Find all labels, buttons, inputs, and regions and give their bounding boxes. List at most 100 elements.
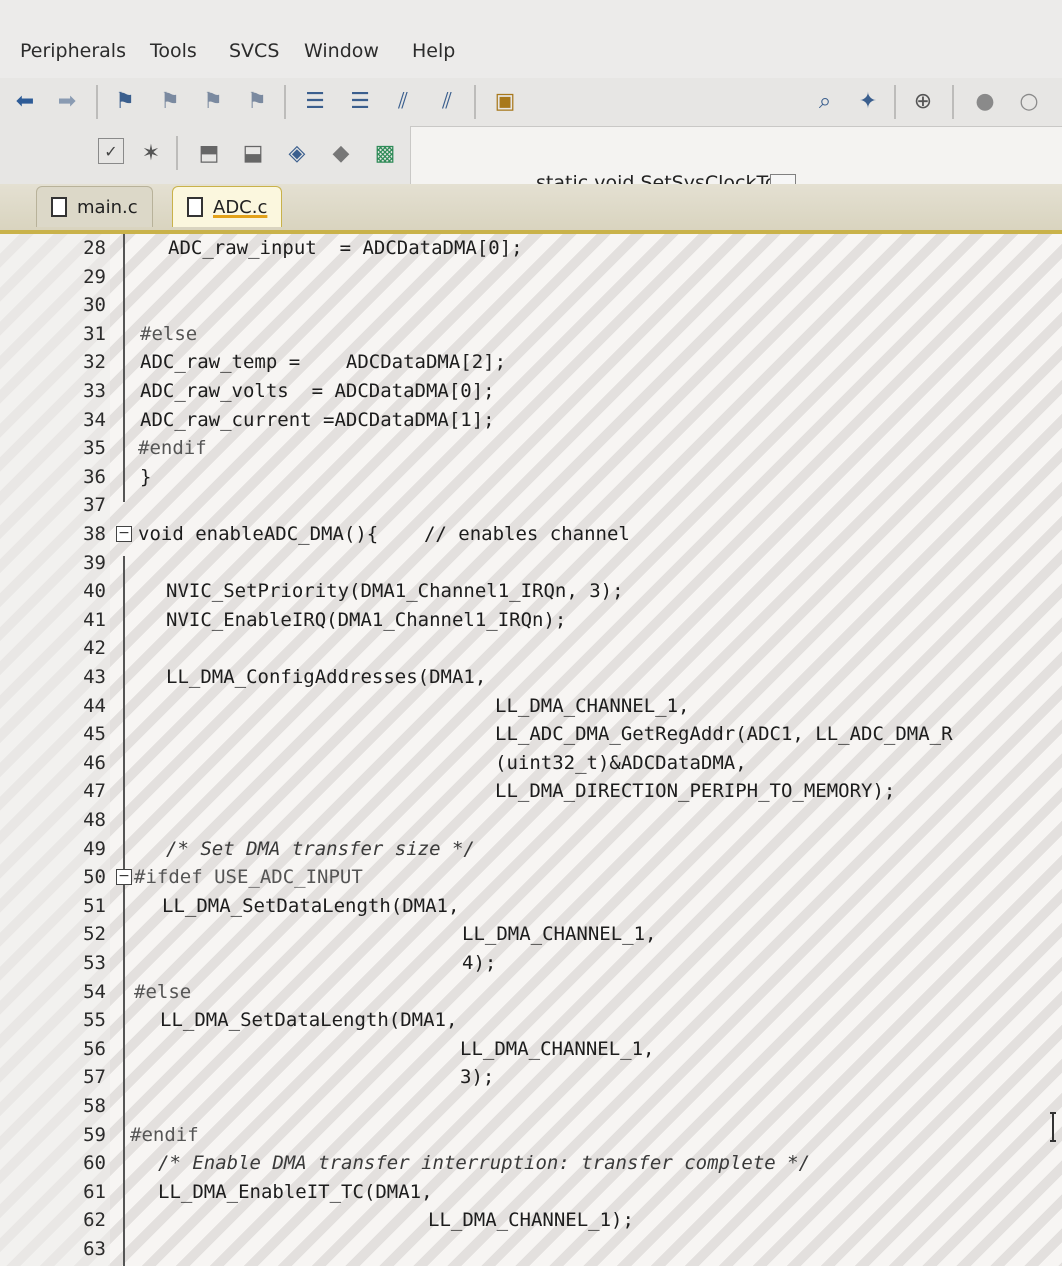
- collapse-icon[interactable]: −: [116, 869, 132, 886]
- code-line[interactable]: 40 NVIC_SetPriority(DMA1_Channel1_IRQn, 3…: [0, 577, 1062, 605]
- code-text: LL_ADC_DMA_GetRegAddr(ADC1, LL_ADC_DMA_R: [495, 723, 953, 746]
- code-text: ADC_raw_current =ADCDataDMA[1];: [140, 408, 495, 431]
- code-line[interactable]: 52 LL_DMA_CHANNEL_1,: [0, 920, 1062, 948]
- line-number: 41: [83, 608, 106, 631]
- tab-main-c[interactable]: main.c: [36, 186, 153, 227]
- build-all-icon[interactable]: ▩: [370, 138, 400, 168]
- find-icon[interactable]: ⌕: [810, 86, 840, 116]
- file-tab-bar: [0, 184, 1062, 234]
- code-line[interactable]: 62 LL_DMA_CHANNEL_1);: [0, 1206, 1062, 1234]
- file-icon: [51, 197, 67, 217]
- code-line[interactable]: 55 LL_DMA_SetDataLength(DMA1,: [0, 1006, 1062, 1034]
- download-icon[interactable]: ⬓: [238, 138, 268, 168]
- code-text: ADC_raw_temp = ADCDataDMA[2];: [140, 351, 507, 374]
- code-text: LL_DMA_EnableIT_TC(DMA1,: [158, 1180, 433, 1203]
- breakpoint-disabled-icon[interactable]: ○: [1014, 86, 1044, 116]
- menu-peripherals[interactable]: Peripherals: [20, 40, 126, 62]
- main-toolbar: ⬅ ➡ ⚑ ⚑ ⚑ ⚑ ☰ ☰ ⫽ ⫽ ▣ static void SetSys…: [0, 78, 1062, 202]
- code-line[interactable]: 37: [0, 491, 1062, 519]
- code-line[interactable]: 57 3);: [0, 1063, 1062, 1091]
- code-text: ADC_raw_volts = ADCDataDMA[0];: [140, 380, 495, 402]
- line-number: 38: [83, 523, 106, 545]
- code-line[interactable]: 60 /* Enable DMA transfer interruption: t…: [0, 1149, 1062, 1177]
- line-number: 50: [83, 866, 106, 889]
- code-line[interactable]: 45 LL_ADC_DMA_GetRegAddr(ADC1, LL_ADC_DMA…: [0, 720, 1062, 748]
- code-line[interactable]: 61 LL_DMA_EnableIT_TC(DMA1,: [0, 1178, 1062, 1206]
- line-number: 58: [83, 1095, 106, 1117]
- code-editor[interactable]: 28 ADC_raw_input = ADCDataDMA[0]; 29 30 31 #e…: [0, 234, 1062, 1266]
- code-text: NVIC_EnableIRQ(DMA1_Channel1_IRQn);: [166, 608, 567, 631]
- line-number: 51: [83, 894, 106, 917]
- code-line[interactable]: 46 (uint32_t)&ADCDataDMA,: [0, 749, 1062, 777]
- forward-arrow-icon[interactable]: ➡: [52, 86, 82, 116]
- code-text: NVIC_SetPriority(DMA1_Channel1_IRQn, 3);: [166, 580, 624, 603]
- code-line[interactable]: 34 ADC_raw_current =ADCDataDMA[1];: [0, 406, 1062, 434]
- menu-svcs[interactable]: SVCS: [229, 40, 279, 62]
- uncomment-icon[interactable]: ⫽: [432, 86, 462, 116]
- find-in-files-icon[interactable]: ▣: [490, 86, 520, 116]
- bookmark-icon[interactable]: ⚑: [110, 86, 140, 116]
- line-number: 59: [83, 1123, 106, 1146]
- code-line[interactable]: 39: [0, 549, 1062, 577]
- zoom-icon[interactable]: ⊕: [908, 86, 938, 116]
- code-line[interactable]: 54 #else: [0, 978, 1062, 1006]
- menu-bar: Peripherals Tools SVCS Window Help: [0, 0, 1062, 79]
- code-line[interactable]: 53 4);: [0, 949, 1062, 977]
- code-text: 3);: [460, 1066, 495, 1089]
- code-line[interactable]: 35 #endif: [0, 434, 1062, 462]
- code-line[interactable]: 49 /* Set DMA transfer size */: [0, 835, 1062, 863]
- code-line[interactable]: 63: [0, 1235, 1062, 1263]
- back-arrow-icon[interactable]: ⬅: [10, 86, 40, 116]
- code-line[interactable]: 43 LL_DMA_ConfigAddresses(DMA1,: [0, 663, 1062, 691]
- code-line[interactable]: 59 #endif: [0, 1121, 1062, 1149]
- code-line[interactable]: 38− void enableADC_DMA(){ // enables chan…: [0, 520, 1062, 548]
- code-line[interactable]: 31 #else: [0, 320, 1062, 348]
- next-bookmark-icon[interactable]: ⚑: [198, 86, 228, 116]
- tab-adc-c[interactable]: ADC.c: [172, 186, 283, 227]
- target-options-icon[interactable]: ◈: [282, 138, 312, 168]
- code-line[interactable]: 50− #ifdef USE_ADC_INPUT: [0, 863, 1062, 891]
- code-line[interactable]: 29: [0, 263, 1062, 291]
- indent-icon[interactable]: ☰: [300, 86, 330, 116]
- code-line[interactable]: 28 ADC_raw_input = ADCDataDMA[0];: [0, 234, 1062, 262]
- line-number: 29: [83, 265, 106, 288]
- code-line[interactable]: 32 ADC_raw_temp = ADCDataDMA[2];: [0, 348, 1062, 376]
- secondary-toolbar: ✓ ✶ ⬒ ⬓ ◈ ◆ ▩: [0, 126, 411, 185]
- code-text: /* Enable DMA transfer interruption: tra…: [158, 1152, 811, 1175]
- line-number: 43: [83, 666, 106, 688]
- code-line[interactable]: 51 LL_DMA_SetDataLength(DMA1,: [0, 892, 1062, 920]
- menu-help[interactable]: Help: [412, 40, 455, 62]
- menu-window[interactable]: Window: [304, 40, 379, 62]
- debug-icon[interactable]: ✦: [853, 86, 883, 116]
- menu-tools[interactable]: Tools: [150, 40, 197, 62]
- code-line[interactable]: 30: [0, 291, 1062, 319]
- clear-bookmarks-icon[interactable]: ⚑: [242, 86, 272, 116]
- code-line[interactable]: 48: [0, 806, 1062, 834]
- code-line[interactable]: 36}: [0, 463, 1062, 491]
- load-icon[interactable]: ⬒: [194, 138, 224, 168]
- magic-wand-icon[interactable]: ✶: [136, 138, 166, 168]
- collapse-icon[interactable]: −: [116, 526, 132, 542]
- code-text: LL_DMA_ConfigAddresses(DMA1,: [166, 666, 487, 688]
- toolbar-separator: [176, 136, 178, 170]
- code-line[interactable]: 42: [0, 634, 1062, 662]
- code-line[interactable]: 56 LL_DMA_CHANNEL_1,: [0, 1035, 1062, 1063]
- line-number: 61: [83, 1180, 106, 1203]
- code-line[interactable]: 47 LL_DMA_DIRECTION_PERIPH_TO_MEMORY);: [0, 777, 1062, 805]
- code-text: #else: [134, 980, 192, 1003]
- prev-bookmark-icon[interactable]: ⚑: [155, 86, 185, 116]
- breakpoint-icon[interactable]: ●: [970, 86, 1000, 116]
- line-number: 45: [83, 723, 106, 746]
- code-text: 4);: [462, 952, 497, 974]
- line-number: 30: [83, 294, 106, 317]
- line-number: 35: [83, 437, 106, 460]
- translate-icon[interactable]: ◆: [326, 138, 356, 168]
- code-line[interactable]: 33 ADC_raw_volts = ADCDataDMA[0];: [0, 377, 1062, 405]
- code-line[interactable]: 58: [0, 1092, 1062, 1120]
- comment-icon[interactable]: ⫽: [388, 86, 418, 116]
- unindent-icon[interactable]: ☰: [345, 86, 375, 116]
- code-line[interactable]: 41 NVIC_EnableIRQ(DMA1_Channel1_IRQn);: [0, 606, 1062, 634]
- checkbox-icon[interactable]: ✓: [98, 138, 124, 164]
- line-number: 49: [83, 837, 106, 860]
- code-line[interactable]: 44 LL_DMA_CHANNEL_1,: [0, 692, 1062, 720]
